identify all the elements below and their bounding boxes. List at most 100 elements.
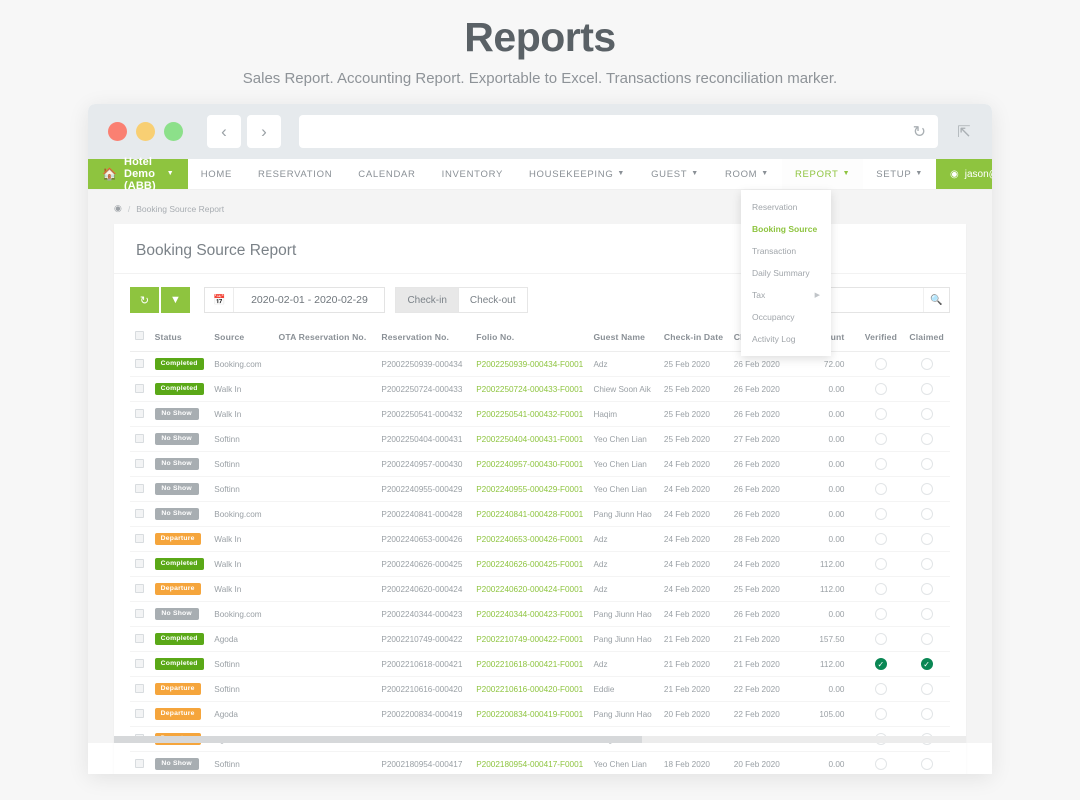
folio-link[interactable]: P2002240955-000429-F0001 [476, 485, 583, 494]
cell-folio-no[interactable]: P2002240957-000430-F0001 [471, 451, 589, 477]
claimed-check-icon[interactable]: ✓ [920, 658, 933, 670]
checkbox-icon[interactable] [135, 708, 144, 718]
cell-claimed[interactable] [903, 676, 950, 702]
table-row[interactable]: No Show Softinn P2002250404-000431 P2002250… [130, 426, 950, 452]
folio-link[interactable]: P2002240957-000430-F0001 [476, 460, 583, 469]
checkbox-icon[interactable] [135, 758, 144, 768]
horizontal-scrollbar[interactable] [114, 736, 966, 743]
verified-empty-icon[interactable] [874, 758, 887, 770]
verified-empty-icon[interactable] [874, 608, 887, 620]
row-checkbox[interactable] [130, 501, 150, 527]
folio-link[interactable]: P2002240344-000423-F0001 [476, 610, 583, 619]
url-bar[interactable]: ↻ [299, 115, 938, 148]
dropdown-item-daily-summary[interactable]: Daily Summary [741, 262, 831, 284]
checkbox-icon[interactable] [135, 358, 144, 368]
date-range-picker[interactable]: 📅 2020-02-01 - 2020-02-29 [204, 287, 386, 313]
table-row[interactable]: Completed Walk In P2002250724-000433 P20022… [130, 376, 950, 402]
cell-claimed[interactable] [903, 576, 950, 602]
verified-empty-icon[interactable] [874, 708, 887, 720]
minimize-window-button[interactable] [136, 122, 155, 141]
folio-link[interactable]: P2002210616-000420-F0001 [476, 685, 583, 694]
table-row[interactable]: No Show Softinn P2002180954-000417 P2002180… [130, 751, 950, 774]
claimed-empty-icon[interactable] [920, 683, 933, 695]
cell-verified[interactable]: ✓ [858, 651, 904, 677]
back-button[interactable]: ‹ [207, 115, 241, 148]
cell-folio-no[interactable]: P2002240620-000424-F0001 [471, 576, 589, 602]
cell-verified[interactable] [858, 701, 904, 727]
cell-verified[interactable] [858, 426, 904, 452]
verified-check-icon[interactable]: ✓ [874, 658, 887, 670]
checkin-toggle-button[interactable]: Check-in [395, 287, 459, 313]
table-row[interactable]: No Show Softinn P2002240957-000430 P2002240… [130, 451, 950, 477]
verified-empty-icon[interactable] [874, 558, 887, 570]
row-checkbox[interactable] [130, 601, 150, 627]
checkbox-icon[interactable] [135, 608, 144, 618]
row-checkbox[interactable] [130, 701, 150, 727]
forward-button[interactable]: › [247, 115, 281, 148]
folio-link[interactable]: P2002250724-000433-F0001 [476, 385, 583, 394]
checkbox-icon[interactable] [135, 583, 144, 593]
table-row[interactable]: Departure Agoda P2002200834-000419 P2002200… [130, 701, 950, 727]
verified-empty-icon[interactable] [874, 458, 887, 470]
checkbox-icon[interactable] [135, 383, 144, 393]
checkbox-icon[interactable] [135, 433, 144, 443]
row-checkbox[interactable] [130, 526, 150, 552]
folio-link[interactable]: P2002180954-000417-F0001 [476, 760, 583, 769]
cell-verified[interactable] [858, 676, 904, 702]
account-menu[interactable]: ◉ jason@mysoftinn.com ▼ [936, 159, 992, 189]
cell-claimed[interactable] [903, 601, 950, 627]
cell-claimed[interactable] [903, 751, 950, 774]
cell-verified[interactable] [858, 351, 904, 377]
verified-empty-icon[interactable] [874, 683, 887, 695]
cell-folio-no[interactable]: P2002240841-000428-F0001 [471, 501, 589, 527]
dropdown-item-transaction[interactable]: Transaction [741, 240, 831, 262]
table-row[interactable]: No Show Walk In P2002250541-000432 P2002250… [130, 401, 950, 427]
cell-folio-no[interactable]: P2002240344-000423-F0001 [471, 601, 589, 627]
cell-verified[interactable] [858, 476, 904, 502]
breadcrumb-home-icon[interactable]: ◉ [114, 203, 122, 214]
cell-verified[interactable] [858, 451, 904, 477]
table-row[interactable]: Departure Softinn P2002210616-000420 P20022… [130, 676, 950, 702]
cell-folio-no[interactable]: P2002200834-000419-F0001 [471, 701, 589, 727]
cell-folio-no[interactable]: P2002240653-000426-F0001 [471, 526, 589, 552]
checkbox-icon[interactable] [135, 458, 144, 468]
table-row[interactable]: Completed Softinn P2002210618-000421 P20022… [130, 651, 950, 677]
cell-verified[interactable] [858, 576, 904, 602]
select-all-checkbox[interactable] [130, 324, 150, 352]
nav-item-reservation[interactable]: RESERVATION [245, 159, 345, 189]
cell-folio-no[interactable]: P2002210618-000421-F0001 [471, 651, 589, 677]
row-checkbox[interactable] [130, 751, 150, 774]
folio-link[interactable]: P2002240841-000428-F0001 [476, 510, 583, 519]
verified-empty-icon[interactable] [874, 433, 887, 445]
claimed-empty-icon[interactable] [920, 383, 933, 395]
folio-link[interactable]: P2002210749-000422-F0001 [476, 635, 583, 644]
nav-item-setup[interactable]: SETUP ▼ [863, 159, 936, 189]
expand-icon[interactable]: ⇱ [950, 122, 978, 142]
cell-folio-no[interactable]: P2002240626-000425-F0001 [471, 551, 589, 577]
row-checkbox[interactable] [130, 651, 150, 677]
checkbox-icon[interactable] [135, 633, 144, 643]
cell-verified[interactable] [858, 376, 904, 402]
claimed-empty-icon[interactable] [920, 633, 933, 645]
dropdown-item-activity-log[interactable]: Activity Log [741, 328, 831, 350]
cell-folio-no[interactable]: P2002250404-000431-F0001 [471, 426, 589, 452]
checkbox-icon[interactable] [135, 558, 144, 568]
claimed-empty-icon[interactable] [920, 458, 933, 470]
verified-empty-icon[interactable] [874, 633, 887, 645]
cell-claimed[interactable] [903, 501, 950, 527]
nav-item-room[interactable]: ROOM ▼ [712, 159, 782, 189]
refresh-button[interactable]: ↻ [130, 287, 159, 313]
filter-button[interactable]: ▼ [161, 287, 190, 313]
row-checkbox[interactable] [130, 451, 150, 477]
cell-folio-no[interactable]: P2002250724-000433-F0001 [471, 376, 589, 402]
cell-claimed[interactable] [903, 401, 950, 427]
nav-item-report[interactable]: REPORT ▼ [781, 159, 864, 189]
cell-folio-no[interactable]: P2002180954-000417-F0001 [471, 751, 589, 774]
cell-claimed[interactable] [903, 551, 950, 577]
scrollbar-thumb[interactable] [114, 736, 643, 743]
table-row[interactable]: Completed Agoda P2002210749-000422 P2002210… [130, 626, 950, 652]
folio-link[interactable]: P2002210618-000421-F0001 [476, 660, 583, 669]
checkbox-icon[interactable] [135, 508, 144, 518]
row-checkbox[interactable] [130, 401, 150, 427]
cell-verified[interactable] [858, 501, 904, 527]
